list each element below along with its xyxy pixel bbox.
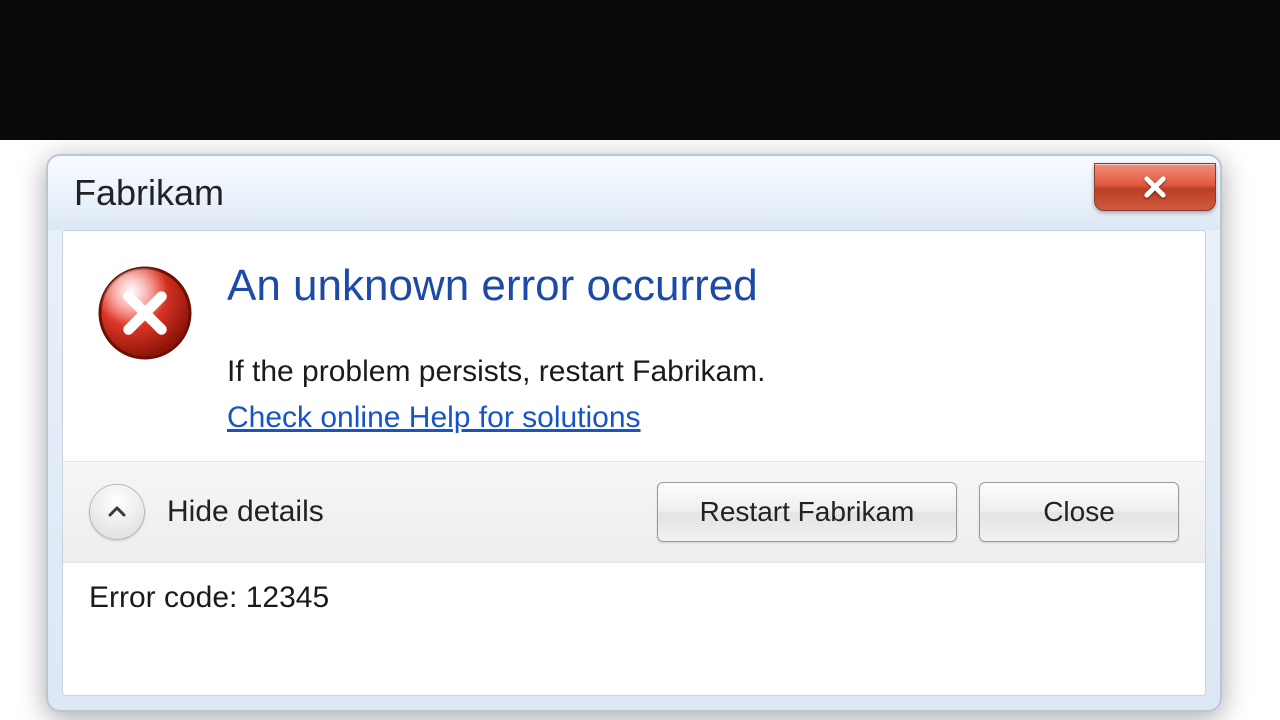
toggle-details-button[interactable] (89, 484, 145, 540)
close-button[interactable]: Close (979, 482, 1179, 542)
toggle-details-label: Hide details (167, 495, 324, 529)
help-link[interactable]: Check online Help for solutions (227, 401, 641, 435)
titlebar[interactable]: Fabrikam (48, 156, 1220, 230)
error-code-value: 12345 (246, 581, 329, 614)
client-area: An unknown error occurred If the problem… (62, 230, 1206, 696)
dialog-window: Fabrikam (46, 154, 1222, 712)
dialog-description: If the problem persists, restart Fabrika… (227, 355, 1171, 389)
window-close-button[interactable] (1094, 163, 1216, 211)
window-title: Fabrikam (74, 172, 224, 214)
chevron-up-icon (105, 500, 129, 524)
backdrop: Fabrikam (0, 140, 1280, 720)
details-pane: Error code: 12345 (63, 563, 1205, 695)
close-icon (1141, 173, 1169, 201)
error-code-label: Error code: (89, 581, 237, 614)
message-area: An unknown error occurred If the problem… (63, 231, 1205, 461)
action-bar: Hide details Restart Fabrikam Close (63, 461, 1205, 563)
message-column: An unknown error occurred If the problem… (227, 261, 1171, 435)
dialog-headline: An unknown error occurred (227, 261, 1171, 311)
error-icon (97, 265, 193, 366)
restart-button[interactable]: Restart Fabrikam (657, 482, 957, 542)
